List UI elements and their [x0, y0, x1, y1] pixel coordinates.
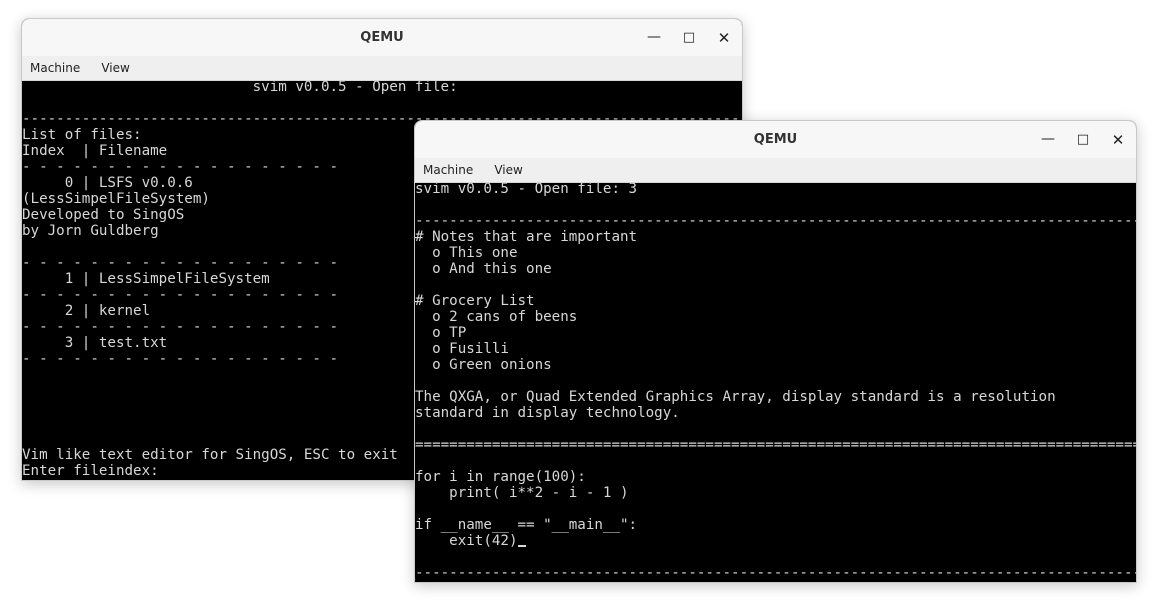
menu-machine[interactable]: Machine — [415, 158, 481, 182]
terminal-line: o Fusilli — [415, 341, 509, 357]
terminal-line: o 2 cans of beens — [415, 309, 578, 325]
qemu-window-front[interactable]: QEMU — □ ✕ Machine View svim v0.0.5 - Op… — [414, 120, 1137, 583]
terminal-line: standard in display technology. — [415, 405, 680, 421]
terminal-line: ----------------------------------------… — [415, 213, 1137, 229]
menu-bar: Machine View — [22, 56, 742, 81]
terminal-line: List of files: — [22, 127, 142, 143]
terminal-line: - - - - - - - - - - - - - - - - - - - — [22, 159, 339, 175]
menu-machine[interactable]: Machine — [22, 56, 88, 80]
terminal-line: if __name__ == "__main__": — [415, 517, 638, 533]
menu-view[interactable]: View — [486, 158, 530, 182]
terminal-line: Vim like text editor for SingOS, ESC to … — [415, 581, 791, 582]
terminal-line: o This one — [415, 245, 518, 261]
terminal-line: Enter fileindex: — [22, 463, 159, 479]
terminal-line: # Notes that are important — [415, 229, 638, 245]
terminal-line: ----------------------------------------… — [415, 565, 1137, 581]
terminal-line: 1 | LessSimpelFileSystem — [22, 271, 270, 287]
terminal-line: (LessSimpelFileSystem) — [22, 191, 210, 207]
minimize-icon[interactable]: — — [644, 28, 664, 48]
terminal-line: - - - - - - - - - - - - - - - - - - - — [22, 255, 339, 271]
terminal-line: svim v0.0.5 - Open file: — [22, 79, 458, 95]
window-title: QEMU — [753, 132, 798, 147]
close-icon[interactable]: ✕ — [714, 28, 734, 48]
terminal-line: svim v0.0.5 - Open file: 3 — [415, 181, 638, 197]
terminal-line: print( i**2 - i - 1 ) — [415, 485, 629, 501]
terminal-line: # Grocery List — [415, 293, 535, 309]
window-title: QEMU — [360, 30, 404, 45]
terminal-line: 0 | LSFS v0.0.6 — [22, 175, 193, 191]
terminal-line: o Green onions — [415, 357, 552, 373]
terminal-line: - - - - - - - - - - - - - - - - - - - — [22, 351, 339, 367]
terminal-line: exit(42) — [415, 533, 526, 549]
title-bar[interactable]: QEMU — □ ✕ — [415, 121, 1136, 159]
terminal-line: 3 | test.txt — [22, 335, 168, 351]
text-cursor — [517, 545, 526, 547]
terminal-line: o TP — [415, 325, 467, 341]
terminal-line: for i in range(100): — [415, 469, 586, 485]
terminal-line: - - - - - - - - - - - - - - - - - - - — [22, 287, 339, 303]
terminal-line: by Jorn Guldberg — [22, 223, 159, 239]
menu-view[interactable]: View — [93, 56, 137, 80]
terminal-line: - - - - - - - - - - - - - - - - - - - — [22, 319, 339, 335]
title-bar[interactable]: QEMU — □ ✕ — [22, 19, 742, 57]
maximize-icon[interactable]: □ — [1073, 130, 1093, 150]
terminal-line: 2 | kernel — [22, 303, 151, 319]
close-icon[interactable]: ✕ — [1108, 130, 1128, 150]
terminal-screen[interactable]: svim v0.0.5 - Open file: 3 --------------… — [415, 181, 1137, 582]
terminal-line: The QXGA, or Quad Extended Graphics Arra… — [415, 389, 1056, 405]
terminal-line: o And this one — [415, 261, 552, 277]
terminal-line: ========================================… — [415, 437, 1137, 453]
maximize-icon[interactable]: □ — [679, 28, 699, 48]
terminal-line: Vim like text editor for SingOS, ESC to … — [22, 447, 398, 463]
terminal-line: Index | Filename — [22, 143, 168, 159]
menu-bar: Machine View — [415, 158, 1136, 183]
terminal-line: Developed to SingOS — [22, 207, 185, 223]
minimize-icon[interactable]: — — [1038, 130, 1058, 150]
